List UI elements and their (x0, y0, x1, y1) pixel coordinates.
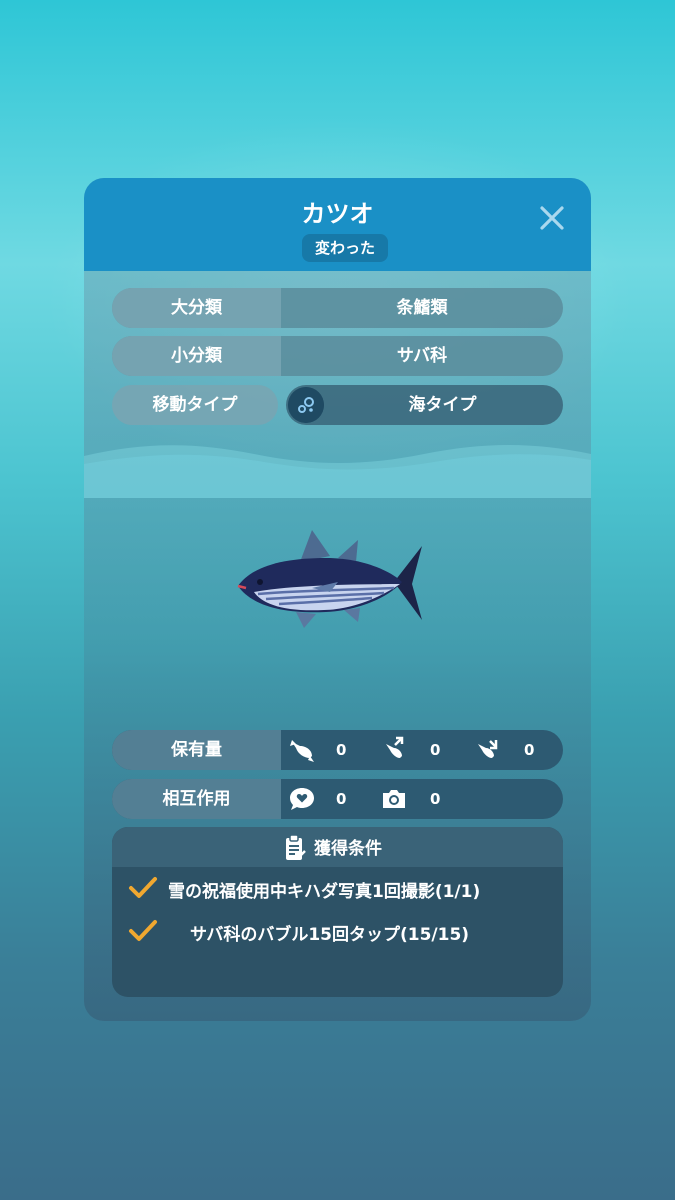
fish-name: カツオ (301, 200, 374, 228)
holdings-release-count: 0 (430, 741, 441, 759)
holdings-row: 保有量 0 0 0 (112, 730, 563, 770)
holdings-label: 保有量 (112, 730, 281, 770)
acquisition-conditions-panel: 獲得条件 雪の祝福使用中キハダ写真1回撮影(1/1) サバ科のバブル15回タップ… (112, 827, 563, 997)
fish-icon (290, 740, 314, 762)
condition-item: サバ科のバブル15回タップ(15/15) (190, 925, 470, 945)
minor-class-row: 小分類 サバ科 (112, 336, 563, 376)
sea-type-icon (288, 387, 324, 423)
interaction-heart-count: 0 (336, 790, 347, 808)
movement-type-label: 移動タイプ (112, 385, 278, 425)
close-icon[interactable] (534, 200, 570, 236)
minor-class-value: サバ科 (396, 346, 448, 366)
catch-fish-icon (478, 740, 498, 758)
movement-type-value: 海タイプ (286, 385, 563, 425)
heart-bubble-icon (290, 788, 314, 810)
condition-item: 雪の祝福使用中キハダ写真1回撮影(1/1) (168, 882, 481, 902)
skipjack-tuna-image (237, 530, 422, 628)
major-class-label: 大分類 (112, 288, 281, 328)
clipboard-icon (286, 834, 306, 860)
conditions-header: 獲得条件 (112, 827, 563, 867)
variant-tag: 変わった (302, 234, 388, 262)
release-fish-icon (386, 736, 404, 758)
movement-type-row: 移動タイプ 海タイプ (112, 385, 563, 425)
check-icon (129, 877, 157, 898)
minor-class-label: 小分類 (112, 336, 281, 376)
interaction-label: 相互作用 (112, 779, 281, 819)
major-class-row: 大分類 条鰭類 (112, 288, 563, 328)
check-icon (129, 920, 157, 941)
holdings-catch-count: 0 (524, 741, 535, 759)
water-surface-wave (84, 445, 591, 498)
camera-icon (383, 790, 405, 808)
conditions-title: 獲得条件 (314, 839, 382, 859)
fish-detail-card: カツオ 変わった 大分類 条鰭類 小分類 サバ科 移動タイプ 海タイプ 保有量 … (84, 178, 591, 1021)
interaction-row: 相互作用 0 0 (112, 779, 563, 819)
holdings-fish-count: 0 (336, 741, 347, 759)
interaction-photo-count: 0 (430, 790, 441, 808)
card-header: カツオ 変わった (84, 178, 591, 271)
major-class-value: 条鰭類 (396, 298, 448, 318)
